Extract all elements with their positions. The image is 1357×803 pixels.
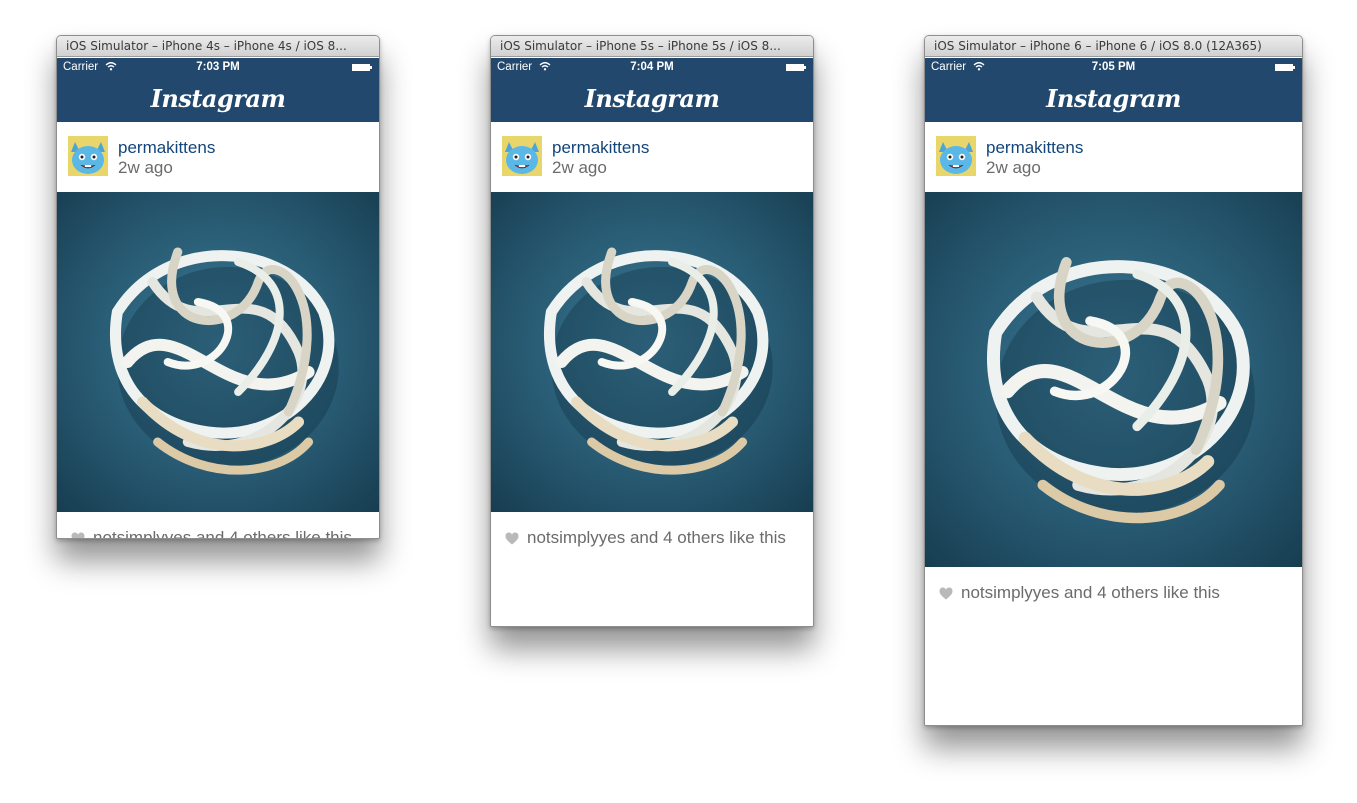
navigation-bar: Carrier 7:03 PM Instagram	[57, 58, 379, 122]
post-username[interactable]: permakittens	[118, 138, 215, 158]
status-time: 7:04 PM	[630, 61, 674, 73]
heart-icon[interactable]	[71, 532, 85, 538]
simulator-window-iphone-6[interactable]: iOS Simulator – iPhone 6 – iPhone 6 / iO…	[924, 35, 1303, 726]
navigation-bar: Carrier 7:04 PM Instagram	[491, 58, 813, 122]
status-time: 7:05 PM	[1091, 61, 1136, 73]
likes-text: notsimplyyes and 4 others like this	[961, 583, 1220, 602]
post-timestamp: 2w ago	[986, 158, 1041, 177]
simulator-window-iphone-4s[interactable]: iOS Simulator – iPhone 4s – iPhone 4s / …	[56, 35, 380, 539]
post-timestamp: 2w ago	[552, 158, 607, 177]
battery-icon	[786, 64, 806, 71]
avatar[interactable]	[502, 136, 542, 176]
status-bar: Carrier 7:04 PM	[491, 58, 813, 78]
likes-row: notsimplyyes and 4 others like this	[925, 567, 1302, 617]
battery-icon	[352, 64, 372, 71]
post-header: permakittens 2w ago	[491, 122, 813, 192]
post-header: permakittens 2w ago	[57, 122, 379, 192]
likes-text: notsimplyyes and 4 others like this	[527, 528, 786, 547]
post-timestamp: 2w ago	[118, 158, 173, 177]
post-photo[interactable]	[925, 192, 1302, 567]
heart-icon[interactable]	[939, 587, 953, 600]
device-screen: Carrier 7:03 PM Instagram permakittens 2…	[57, 58, 379, 538]
window-title[interactable]: iOS Simulator – iPhone 6 – iPhone 6 / iO…	[925, 36, 1302, 57]
window-title[interactable]: iOS Simulator – iPhone 5s – iPhone 5s / …	[491, 36, 813, 57]
app-title: Instagram	[1046, 84, 1181, 113]
post-photo[interactable]	[57, 192, 379, 512]
app-title: Instagram	[150, 84, 286, 113]
window-title[interactable]: iOS Simulator – iPhone 4s – iPhone 4s / …	[57, 36, 379, 57]
avatar[interactable]	[936, 136, 976, 176]
status-bar: Carrier 7:03 PM	[57, 58, 379, 78]
status-bar: Carrier 7:05 PM	[925, 58, 1302, 78]
likes-row: notsimplyyes and 4 others like this	[491, 512, 813, 562]
post-username[interactable]: permakittens	[986, 138, 1083, 158]
app-title: Instagram	[584, 84, 720, 113]
likes-text: notsimplyyes and 4 others like this	[93, 528, 352, 538]
post-header: permakittens 2w ago	[925, 122, 1302, 192]
device-screen: Carrier 7:05 PM Instagram permakittens 2…	[925, 58, 1302, 725]
likes-row: notsimplyyes and 4 others like this	[57, 512, 379, 538]
heart-icon[interactable]	[505, 532, 519, 545]
simulator-window-iphone-5s[interactable]: iOS Simulator – iPhone 5s – iPhone 5s / …	[490, 35, 814, 627]
post-photo[interactable]	[491, 192, 813, 512]
battery-icon	[1275, 64, 1295, 71]
device-screen: Carrier 7:04 PM Instagram permakittens 2…	[491, 58, 813, 626]
status-time: 7:03 PM	[196, 61, 240, 73]
navigation-bar: Carrier 7:05 PM Instagram	[925, 58, 1302, 122]
avatar[interactable]	[68, 136, 108, 176]
post-username[interactable]: permakittens	[552, 138, 649, 158]
